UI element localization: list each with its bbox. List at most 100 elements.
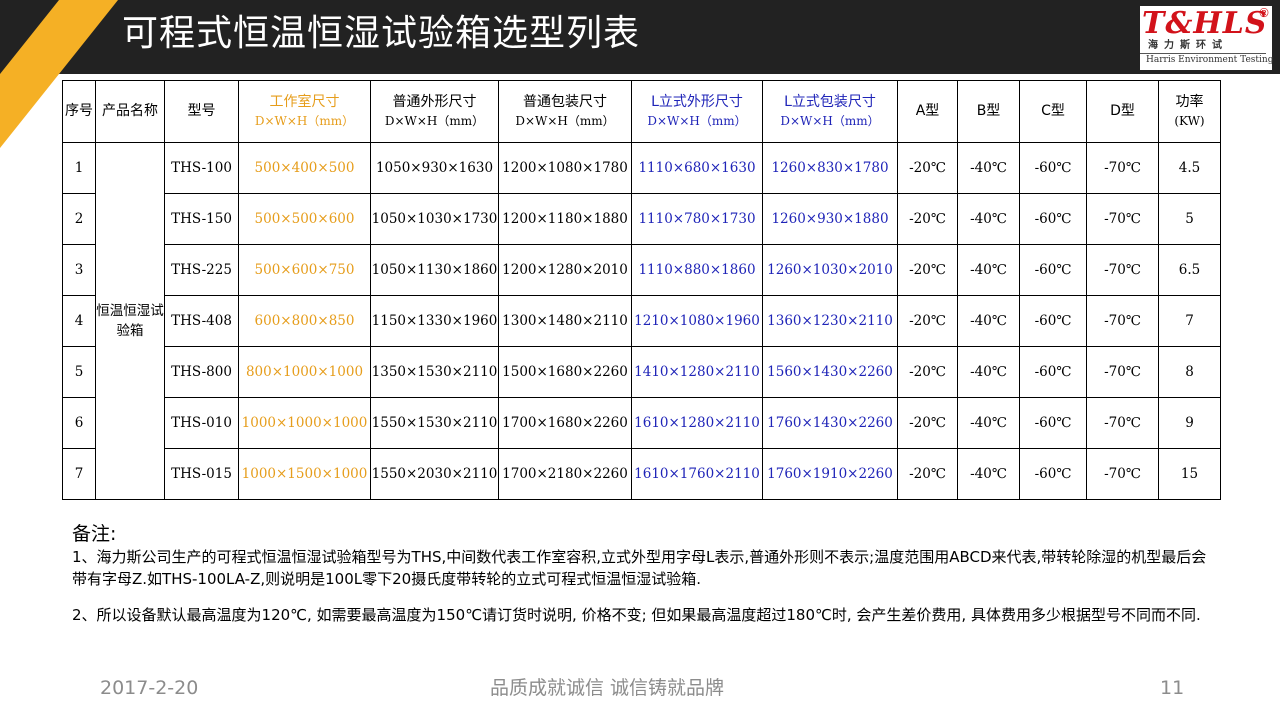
note-1: 1、海力斯公司生产的可程式恒温恒湿试验箱型号为THS,中间数代表工作室容积,立式… <box>72 548 1207 588</box>
header-pack-label: 普通包装尺寸 <box>523 93 607 110</box>
product-name-cell: 恒温恒湿试验箱 <box>95 142 165 500</box>
cell-b: -40℃ <box>957 448 1020 500</box>
footer-slogan: 品质成就诚信 诚信铸就品牌 <box>490 677 725 699</box>
cell-seq: 4 <box>62 295 96 347</box>
cell-l-pack: 1260×1030×2010 <box>762 244 898 296</box>
header-power-unit: (KW) <box>1174 113 1205 128</box>
cell-seq: 1 <box>62 142 96 194</box>
cell-b: -40℃ <box>957 346 1020 398</box>
cell-d: -70℃ <box>1086 397 1159 449</box>
cell-c: -60℃ <box>1019 244 1087 296</box>
cell-pack: 1700×2180×2260 <box>498 448 632 500</box>
company-logo: T&HLS ® 海力斯环试 Harris Environment Testing <box>1140 6 1274 70</box>
cell-a: -20℃ <box>897 142 958 194</box>
cell-c: -60℃ <box>1019 346 1087 398</box>
cell-a: -20℃ <box>897 397 958 449</box>
logo-english-name: Harris Environment Testing <box>1146 55 1274 65</box>
cell-chamber: 500×600×750 <box>238 244 371 296</box>
logo-mark: T&HLS <box>1142 6 1268 41</box>
header-ext-label: 普通外形尺寸 <box>392 93 477 110</box>
cell-seq: 5 <box>62 346 96 398</box>
cell-pack: 1300×1480×2110 <box>498 295 632 347</box>
header-type-b: B型 <box>957 80 1020 143</box>
page-number: 11 <box>1160 677 1185 699</box>
table-row: 5 THS-800 800×1000×1000 1350×1530×2110 1500×… <box>62 346 1221 398</box>
cell-ext: 1050×1130×1860 <box>370 244 499 296</box>
cell-model: THS-100 <box>164 142 239 194</box>
cell-model: THS-010 <box>164 397 239 449</box>
header-l-pack-unit: D×W×H（mm） <box>780 113 880 128</box>
cell-power: 8 <box>1158 346 1221 398</box>
cell-pack: 1500×1680×2260 <box>498 346 632 398</box>
header-l-pack-size: L立式包装尺寸 D×W×H（mm） <box>762 80 898 143</box>
cell-model: THS-800 <box>164 346 239 398</box>
cell-l-pack: 1260×830×1780 <box>762 142 898 194</box>
cell-power: 5 <box>1158 193 1221 245</box>
cell-b: -40℃ <box>957 295 1020 347</box>
cell-ext: 1050×1030×1730 <box>370 193 499 245</box>
cell-pack: 1200×1280×2010 <box>498 244 632 296</box>
header-type-a: A型 <box>897 80 958 143</box>
cell-d: -70℃ <box>1086 142 1159 194</box>
cell-c: -60℃ <box>1019 142 1087 194</box>
registered-mark: ® <box>1258 6 1270 20</box>
cell-d: -70℃ <box>1086 244 1159 296</box>
cell-seq: 7 <box>62 448 96 500</box>
cell-d: -70℃ <box>1086 448 1159 500</box>
header-chamber-unit: D×W×H（mm） <box>254 113 355 128</box>
header-ext-unit: D×W×H（mm） <box>384 113 485 128</box>
cell-ext: 1550×2030×2110 <box>370 448 499 500</box>
cell-d: -70℃ <box>1086 295 1159 347</box>
cell-model: THS-408 <box>164 295 239 347</box>
cell-l-pack: 1260×930×1880 <box>762 193 898 245</box>
cell-a: -20℃ <box>897 448 958 500</box>
cell-l-ext: 1110×780×1730 <box>631 193 763 245</box>
cell-l-ext: 1110×680×1630 <box>631 142 763 194</box>
table-row: 3 THS-225 500×600×750 1050×1130×1860 1200×12… <box>62 244 1221 296</box>
note-2: 2、所以设备默认最高温度为120℃, 如需要最高温度为150℃请订货时说明, 价… <box>72 606 1201 624</box>
cell-ext: 1350×1530×2110 <box>370 346 499 398</box>
header-l-ext-size: L立式外形尺寸 D×W×H（mm） <box>631 80 763 143</box>
header-pack-size: 普通包装尺寸 D×W×H（mm） <box>498 80 632 143</box>
cell-a: -20℃ <box>897 346 958 398</box>
cell-l-pack: 1360×1230×2110 <box>762 295 898 347</box>
header-chamber-label: 工作室尺寸 <box>269 93 340 110</box>
header-seq: 序号 <box>62 80 96 143</box>
cell-model: THS-015 <box>164 448 239 500</box>
notes-section: 备注: 1、海力斯公司生产的可程式恒温恒湿试验箱型号为THS,中间数代表工作室容… <box>72 522 1212 626</box>
page-title: 可程式恒温恒湿试验箱选型列表 <box>122 13 641 54</box>
cell-power: 9 <box>1158 397 1221 449</box>
cell-l-pack: 1760×1910×2260 <box>762 448 898 500</box>
cell-a: -20℃ <box>897 295 958 347</box>
header-pack-unit: D×W×H（mm） <box>515 113 615 128</box>
cell-c: -60℃ <box>1019 193 1087 245</box>
cell-l-pack: 1760×1430×2260 <box>762 397 898 449</box>
cell-chamber: 500×400×500 <box>238 142 371 194</box>
cell-ext: 1150×1330×1960 <box>370 295 499 347</box>
cell-l-ext: 1610×1280×2110 <box>631 397 763 449</box>
cell-l-pack: 1560×1430×2260 <box>762 346 898 398</box>
cell-pack: 1700×1680×2260 <box>498 397 632 449</box>
header-chamber-size: 工作室尺寸 D×W×H（mm） <box>238 80 371 143</box>
cell-chamber: 500×500×600 <box>238 193 371 245</box>
cell-chamber: 1000×1000×1000 <box>238 397 371 449</box>
cell-chamber: 800×1000×1000 <box>238 346 371 398</box>
cell-c: -60℃ <box>1019 448 1087 500</box>
header-type-d: D型 <box>1086 80 1159 143</box>
cell-l-ext: 1210×1080×1960 <box>631 295 763 347</box>
header-power: 功率 (KW) <box>1158 80 1221 143</box>
corner-accent-inner <box>0 0 59 74</box>
cell-power: 7 <box>1158 295 1221 347</box>
header-l-ext-label: L立式外形尺寸 <box>651 93 743 110</box>
header-power-label: 功率 <box>1175 93 1204 110</box>
cell-a: -20℃ <box>897 193 958 245</box>
cell-power: 4.5 <box>1158 142 1221 194</box>
table-row: 6 THS-010 1000×1000×1000 1550×1530×2110 1700… <box>62 397 1221 449</box>
header-model: 型号 <box>164 80 239 143</box>
header-product: 产品名称 <box>95 80 165 143</box>
cell-chamber: 1000×1500×1000 <box>238 448 371 500</box>
cell-a: -20℃ <box>897 244 958 296</box>
cell-model: THS-225 <box>164 244 239 296</box>
cell-chamber: 600×800×850 <box>238 295 371 347</box>
cell-b: -40℃ <box>957 397 1020 449</box>
